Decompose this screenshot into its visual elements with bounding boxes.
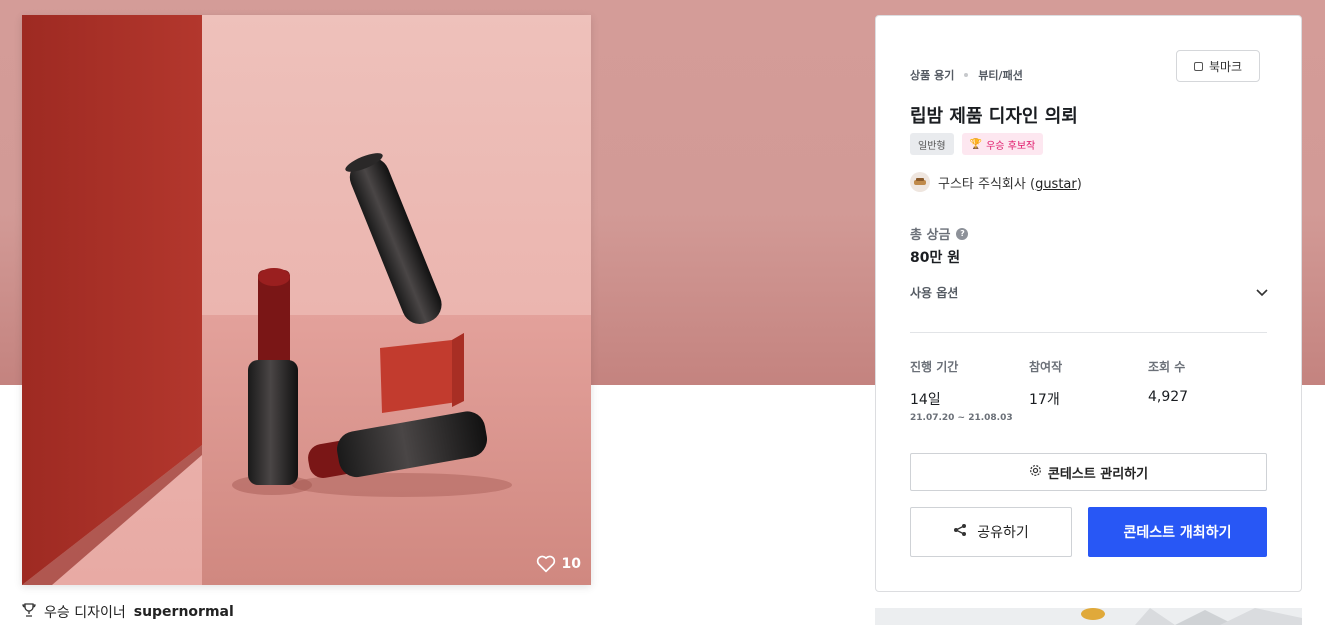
prize-label: 총 상금 ? xyxy=(910,224,969,243)
stat-entries: 참여작 17개 xyxy=(1029,358,1062,409)
contest-badges: 일반형 🏆 우승 후보작 xyxy=(910,133,1044,155)
breadcrumb: 상품 용기 뷰티/패션 xyxy=(910,67,1023,83)
share-button[interactable]: 공유하기 xyxy=(910,507,1072,557)
prize-label-text: 총 상금 xyxy=(910,228,951,243)
usage-label: 사용 옵션 xyxy=(910,286,959,300)
stat-views-label: 조회 수 xyxy=(1148,360,1186,374)
like-count: 10 xyxy=(561,556,581,572)
promo-banner[interactable] xyxy=(875,608,1302,625)
host-suffix: ) xyxy=(1076,176,1082,192)
contest-info-card: 상품 용기 뷰티/패션 북마크 립밤 제품 디자인 의뢰 일반형 🏆 우승 후보… xyxy=(875,15,1302,592)
stat-period-value: 14일 xyxy=(910,392,941,408)
product-image[interactable]: 10 xyxy=(22,15,591,585)
heart-icon xyxy=(536,555,556,573)
stat-period-label: 진행 기간 xyxy=(910,360,959,374)
category-main[interactable]: 상품 용기 xyxy=(910,67,954,83)
share-icon xyxy=(953,523,967,541)
gear-icon xyxy=(1029,464,1042,481)
stat-period: 진행 기간 14일 21.07.20 ~ 21.08.03 xyxy=(910,358,1013,423)
stat-views: 조회 수 4,927 xyxy=(1148,358,1188,405)
breadcrumb-separator xyxy=(964,73,969,77)
trophy-icon: 🏆 xyxy=(969,138,983,150)
winner-name[interactable]: supernormal xyxy=(134,604,234,620)
contest-title: 립밤 제품 디자인 의뢰 xyxy=(910,106,1078,127)
award-badge: 🏆 우승 후보작 xyxy=(961,133,1044,155)
manage-contest-label: 콘테스트 관리하기 xyxy=(1047,466,1149,482)
usage-options-toggle[interactable]: 사용 옵션 xyxy=(910,284,1268,301)
host-id-link[interactable]: gustar xyxy=(1035,177,1077,192)
stat-period-range: 21.07.20 ~ 21.08.03 xyxy=(910,413,1013,423)
bookmark-icon xyxy=(1193,61,1203,71)
host-contest-button[interactable]: 콘테스트 개최하기 xyxy=(1088,507,1267,557)
bookmark-button[interactable]: 북마크 xyxy=(1176,50,1260,82)
winner-designer: 우승 디자이너 supernormal xyxy=(22,602,234,622)
promo-banner-graphic xyxy=(1081,608,1302,625)
chevron-down-icon xyxy=(1256,286,1268,300)
divider xyxy=(910,332,1267,333)
award-badge-label: 우승 후보작 xyxy=(986,140,1036,152)
share-label: 공유하기 xyxy=(977,525,1029,541)
type-badge: 일반형 xyxy=(910,133,954,155)
manage-contest-button[interactable]: 콘테스트 관리하기 xyxy=(910,453,1267,491)
lipstick-photo xyxy=(22,15,591,585)
host-name: 구스타 주식회사 ( xyxy=(938,176,1036,192)
help-icon[interactable]: ? xyxy=(956,227,969,240)
stat-views-value: 4,927 xyxy=(1148,389,1189,405)
trophy-icon xyxy=(22,603,36,621)
like-counter[interactable]: 10 xyxy=(536,555,581,573)
stat-entries-label: 참여작 xyxy=(1029,360,1063,374)
stat-entries-value: 17개 xyxy=(1029,392,1060,408)
bookmark-label: 북마크 xyxy=(1208,59,1243,74)
category-sub[interactable]: 뷰티/패션 xyxy=(978,67,1023,83)
host-info: 구스타 주식회사 (gustar) xyxy=(910,172,1082,192)
host-avatar xyxy=(910,172,930,192)
winner-prefix: 우승 디자이너 xyxy=(44,605,126,621)
prize-value: 80만 원 xyxy=(910,250,961,266)
